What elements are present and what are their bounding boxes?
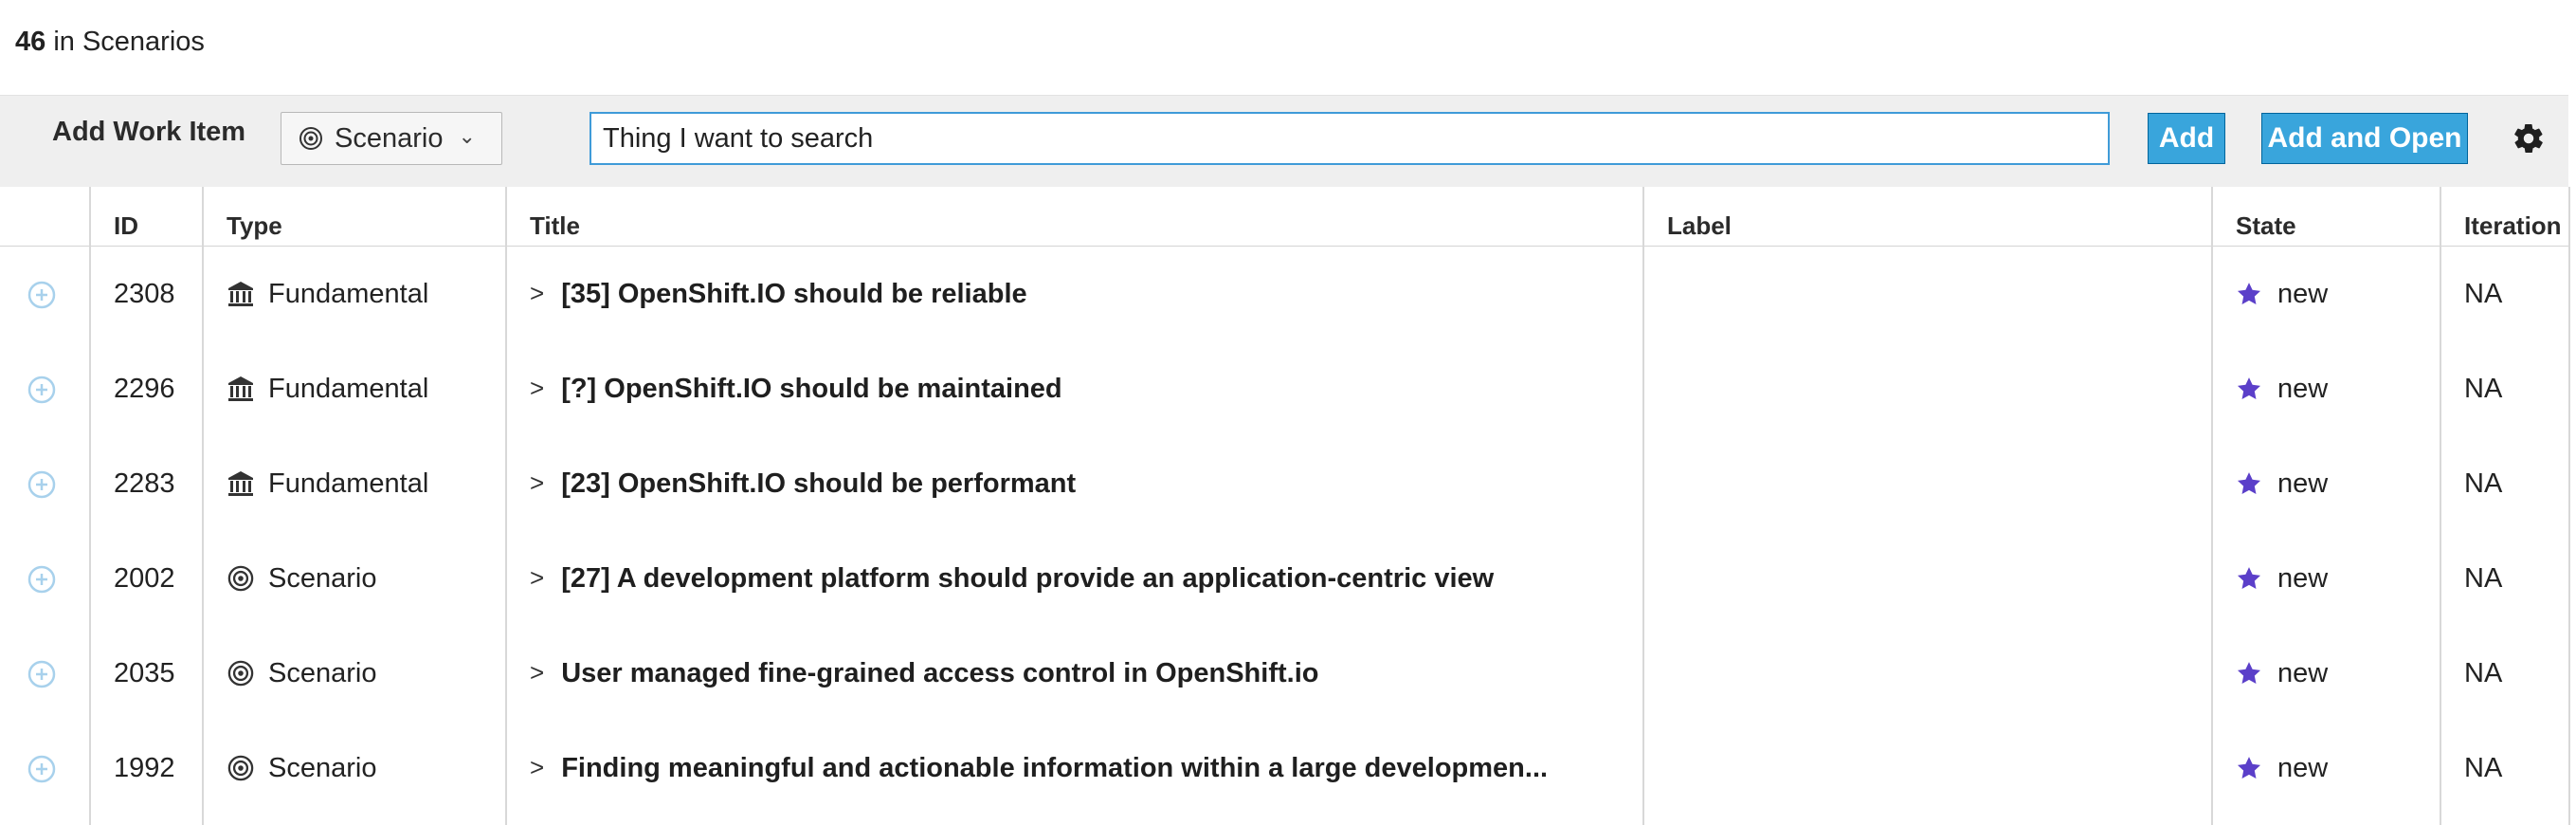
chevron-right-icon[interactable]: > [530, 753, 544, 782]
add-child-icon[interactable] [27, 280, 57, 310]
fundamental-building-icon [228, 376, 253, 401]
scenario-target-icon [227, 660, 254, 687]
row-type: Fundamental [227, 341, 428, 436]
gear-icon[interactable] [2512, 121, 2546, 156]
add-child-icon[interactable] [27, 375, 57, 405]
row-iteration[interactable]: NA [2464, 341, 2502, 436]
star-icon [2237, 283, 2261, 304]
star-icon [2237, 662, 2261, 684]
chevron-right-icon[interactable]: > [530, 468, 544, 498]
row-type-label: Fundamental [268, 373, 429, 404]
row-type-label: Scenario [268, 657, 377, 688]
column-header-title[interactable]: Title [530, 211, 580, 241]
row-type: Fundamental [227, 436, 428, 531]
table-row[interactable]: 1992 Scenario > Finding meaningful and a… [0, 721, 2568, 816]
scenario-target-icon [227, 565, 254, 592]
table-row[interactable]: 2308 Fundamental > [35] OpenShift.IO sho… [0, 247, 2568, 341]
row-id: 2308 [114, 278, 175, 309]
star-icon [2237, 757, 2261, 779]
fundamental-building-icon [228, 471, 253, 496]
row-type-label: Scenario [268, 562, 377, 594]
row-state[interactable]: new [2236, 436, 2328, 531]
table-row[interactable]: 2035 Scenario > User managed fine-graine… [0, 626, 2568, 721]
row-title-text[interactable]: Finding meaningful and actionable inform… [561, 753, 1548, 784]
row-title[interactable]: > User managed fine-grained access contr… [530, 626, 1318, 721]
column-header-iteration[interactable]: Iteration [2464, 211, 2562, 241]
row-state-label: new [2277, 657, 2329, 688]
add-child-icon[interactable] [27, 754, 57, 784]
chevron-right-icon[interactable]: > [530, 279, 544, 308]
row-state-label: new [2277, 562, 2329, 594]
column-header-label[interactable]: Label [1667, 211, 1732, 241]
scenario-target-icon [299, 127, 322, 150]
row-id: 1992 [114, 752, 175, 783]
row-type: Scenario [227, 626, 376, 721]
row-type: Fundamental [227, 247, 428, 341]
add-work-item-label: Add Work Item [52, 117, 246, 147]
row-title-text[interactable]: [?] OpenShift.IO should be maintained [561, 374, 1061, 405]
work-item-type-value: Scenario [335, 122, 444, 154]
row-iteration[interactable]: NA [2464, 247, 2502, 341]
row-title[interactable]: > Finding meaningful and actionable info… [530, 721, 1548, 816]
row-title-text[interactable]: [23] OpenShift.IO should be performant [561, 468, 1076, 500]
chevron-down-icon: ⌄ [458, 124, 476, 148]
row-iteration[interactable]: NA [2464, 436, 2502, 531]
table-row[interactable]: 2296 Fundamental > [?] OpenShift.IO shou… [0, 341, 2568, 436]
row-title-text[interactable]: [27] A development platform should provi… [561, 563, 1494, 595]
result-count: 46 [15, 27, 46, 57]
row-state[interactable]: new [2236, 531, 2328, 626]
table-row[interactable]: 2283 Fundamental > [23] OpenShift.IO sho… [0, 436, 2568, 531]
work-item-type-select[interactable]: Scenario ⌄ [281, 112, 502, 165]
row-id: 2283 [114, 468, 175, 499]
result-scope: in Scenarios [53, 27, 205, 57]
add-button[interactable]: Add [2148, 113, 2225, 164]
row-state-label: new [2277, 278, 2329, 309]
chevron-right-icon[interactable]: > [530, 563, 544, 593]
column-header-state[interactable]: State [2236, 211, 2296, 241]
chevron-right-icon[interactable]: > [530, 658, 544, 688]
chevron-right-icon[interactable]: > [530, 374, 544, 403]
row-state[interactable]: new [2236, 721, 2328, 816]
column-header-type[interactable]: Type [227, 211, 282, 241]
row-title[interactable]: > [?] OpenShift.IO should be maintained [530, 341, 1062, 436]
row-id: 2002 [114, 562, 175, 594]
row-title[interactable]: > [23] OpenShift.IO should be performant [530, 436, 1076, 531]
row-state-label: new [2277, 468, 2329, 499]
row-id: 2296 [114, 373, 175, 404]
fundamental-building-icon [228, 282, 253, 306]
row-state[interactable]: new [2236, 341, 2328, 436]
row-title[interactable]: > [35] OpenShift.IO should be reliable [530, 247, 1027, 341]
work-item-title-input[interactable] [590, 112, 2110, 165]
result-summary: 46 in Scenarios [15, 27, 205, 58]
star-icon [2237, 567, 2261, 589]
row-id: 2035 [114, 657, 175, 688]
row-title[interactable]: > [27] A development platform should pro… [530, 531, 1494, 626]
row-type-label: Fundamental [268, 468, 429, 499]
row-title-text[interactable]: [35] OpenShift.IO should be reliable [561, 279, 1026, 310]
star-icon [2237, 377, 2261, 399]
row-type-label: Scenario [268, 752, 377, 783]
row-iteration[interactable]: NA [2464, 721, 2502, 816]
table-row[interactable]: 2002 Scenario > [27] A development platf… [0, 531, 2568, 626]
row-state-label: new [2277, 373, 2329, 404]
row-type: Scenario [227, 531, 376, 626]
add-child-icon[interactable] [27, 564, 57, 595]
row-type: Scenario [227, 721, 376, 816]
add-and-open-button[interactable]: Add and Open [2261, 113, 2468, 164]
row-type-label: Fundamental [268, 278, 429, 309]
row-iteration[interactable]: NA [2464, 531, 2502, 626]
column-header-id[interactable]: ID [114, 211, 138, 241]
row-state[interactable]: new [2236, 247, 2328, 341]
row-state[interactable]: new [2236, 626, 2328, 721]
row-title-text[interactable]: User managed fine-grained access control… [561, 658, 1318, 689]
add-child-icon[interactable] [27, 469, 57, 500]
table-header [0, 187, 2568, 247]
scenario-target-icon [227, 755, 254, 781]
star-icon [2237, 472, 2261, 494]
right-scroll-edge [2568, 187, 2570, 825]
row-state-label: new [2277, 752, 2329, 783]
add-child-icon[interactable] [27, 659, 57, 689]
row-iteration[interactable]: NA [2464, 626, 2502, 721]
